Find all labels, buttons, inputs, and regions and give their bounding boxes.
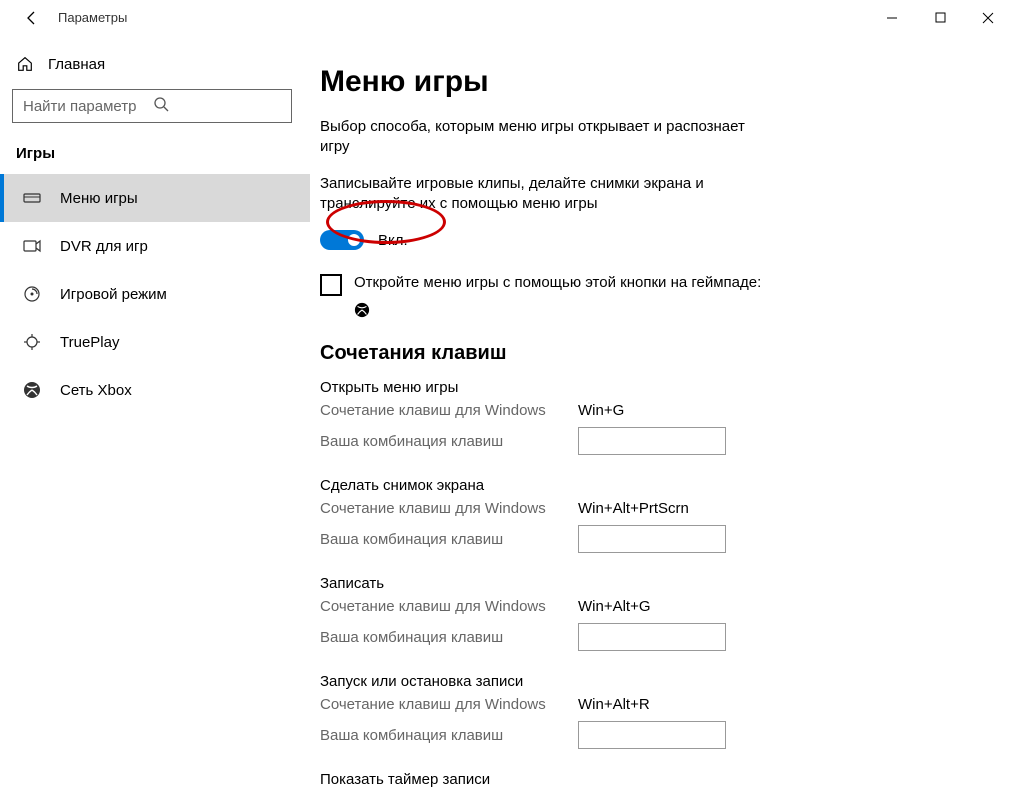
minimize-button[interactable] — [868, 2, 916, 34]
shortcut-group-title: Показать таймер записи — [320, 771, 1012, 788]
shortcut-group-title: Сделать снимок экрана — [320, 477, 1012, 494]
sidebar-item-trueplay[interactable]: TruePlay — [0, 318, 310, 366]
intro-text: Выбор способа, которым меню игры открыва… — [320, 117, 760, 158]
shortcut-user-label: Ваша комбинация клавиш — [320, 531, 578, 548]
shortcut-group: Записать Сочетание клавиш для WindowsWin+… — [320, 575, 1012, 651]
shortcut-windows-value: Win+Alt+PrtScrn — [578, 500, 689, 517]
shortcut-group: Сделать снимок экрана Сочетание клавиш дл… — [320, 477, 1012, 553]
shortcut-group: Открыть меню игры Сочетание клавиш для Wi… — [320, 379, 1012, 455]
sidebar-item-label: Меню игры — [60, 190, 138, 207]
maximize-icon — [935, 12, 946, 23]
shortcut-windows-row: Сочетание клавиш для WindowsWin+G — [320, 402, 1012, 419]
toggle-description: Записывайте игровые клипы, делайте снимк… — [320, 174, 760, 215]
sidebar-item-label: Сеть Xbox — [60, 382, 132, 399]
shortcut-windows-row: Сочетание клавиш для WindowsWin+Alt+G — [320, 598, 1012, 615]
shortcut-windows-label: Сочетание клавиш для Windows — [320, 696, 578, 713]
shortcut-user-label: Ваша комбинация клавиш — [320, 727, 578, 744]
home-icon — [16, 55, 34, 73]
toggle-knob — [348, 234, 360, 246]
sidebar-item-game-bar[interactable]: Меню игры — [0, 174, 310, 222]
titlebar: Параметры — [0, 0, 1012, 35]
shortcut-user-label: Ваша комбинация клавиш — [320, 433, 578, 450]
shortcut-windows-label: Сочетание клавиш для Windows — [320, 402, 578, 419]
back-button[interactable] — [12, 2, 52, 34]
shortcut-user-row: Ваша комбинация клавиш — [320, 427, 1012, 455]
shortcut-user-row: Ваша комбинация клавиш — [320, 525, 1012, 553]
search-icon — [153, 96, 283, 116]
shortcut-group: Запуск или остановка записи Сочетание кла… — [320, 673, 1012, 749]
minimize-icon — [886, 12, 898, 24]
content-area: Меню игры Выбор способа, которым меню иг… — [310, 35, 1012, 789]
sidebar-section-label: Игры — [0, 137, 310, 174]
shortcut-user-input[interactable] — [578, 427, 726, 455]
shortcut-user-row: Ваша комбинация клавиш — [320, 721, 1012, 749]
game-mode-icon — [22, 284, 42, 304]
shortcut-group-title: Запуск или остановка записи — [320, 673, 1012, 690]
shortcut-user-input[interactable] — [578, 721, 726, 749]
shortcut-user-input[interactable] — [578, 525, 726, 553]
shortcut-windows-value: Win+G — [578, 402, 624, 419]
shortcuts-heading: Сочетания клавиш — [320, 342, 1012, 365]
shortcut-user-row: Ваша комбинация клавиш — [320, 623, 1012, 651]
search-input[interactable]: Найти параметр — [12, 89, 292, 123]
shortcut-windows-row: Сочетание клавиш для WindowsWin+Alt+PrtS… — [320, 500, 1012, 517]
sidebar: Главная Найти параметр Игры Меню игры — [0, 35, 310, 789]
sidebar-item-game-mode[interactable]: Игровой режим — [0, 270, 310, 318]
arrow-left-icon — [24, 10, 40, 26]
game-bar-toggle[interactable] — [320, 230, 364, 250]
shortcut-windows-row: Сочетание клавиш для WindowsWin+Alt+R — [320, 696, 1012, 713]
sidebar-item-dvr[interactable]: DVR для игр — [0, 222, 310, 270]
maximize-button[interactable] — [916, 2, 964, 34]
shortcut-user-input[interactable] — [578, 623, 726, 651]
trueplay-icon — [22, 332, 42, 352]
toggle-state-label: Вкл. — [378, 232, 408, 249]
gamepad-checkbox-label: Откройте меню игры с помощью этой кнопки… — [354, 274, 761, 291]
sidebar-item-label: TruePlay — [60, 334, 119, 351]
shortcut-group-title: Записать — [320, 575, 1012, 592]
shortcut-windows-value: Win+Alt+R — [578, 696, 650, 713]
sidebar-item-xbox-network[interactable]: Сеть Xbox — [0, 366, 310, 414]
shortcut-windows-value: Win+Alt+G — [578, 598, 651, 615]
shortcut-group: Показать таймер записиСочетание клавиш д… — [320, 771, 1012, 789]
xbox-icon — [22, 380, 42, 400]
shortcut-windows-label: Сочетание клавиш для Windows — [320, 500, 578, 517]
shortcut-windows-label: Сочетание клавиш для Windows — [320, 598, 578, 615]
search-placeholder: Найти параметр — [23, 98, 153, 115]
gamepad-checkbox[interactable] — [320, 274, 342, 296]
sidebar-item-label: DVR для игр — [60, 238, 148, 255]
shortcut-user-label: Ваша комбинация клавиш — [320, 629, 578, 646]
sidebar-item-home[interactable]: Главная — [0, 45, 310, 83]
shortcut-group-title: Открыть меню игры — [320, 379, 1012, 396]
close-button[interactable] — [964, 2, 1012, 34]
sidebar-home-label: Главная — [48, 56, 105, 73]
xbox-button-icon — [354, 302, 1012, 322]
sidebar-item-label: Игровой режим — [60, 286, 167, 303]
close-icon — [982, 12, 994, 24]
page-heading: Меню игры — [320, 65, 1012, 99]
dvr-icon — [22, 236, 42, 256]
window-title: Параметры — [58, 10, 127, 25]
game-bar-icon — [22, 188, 42, 208]
